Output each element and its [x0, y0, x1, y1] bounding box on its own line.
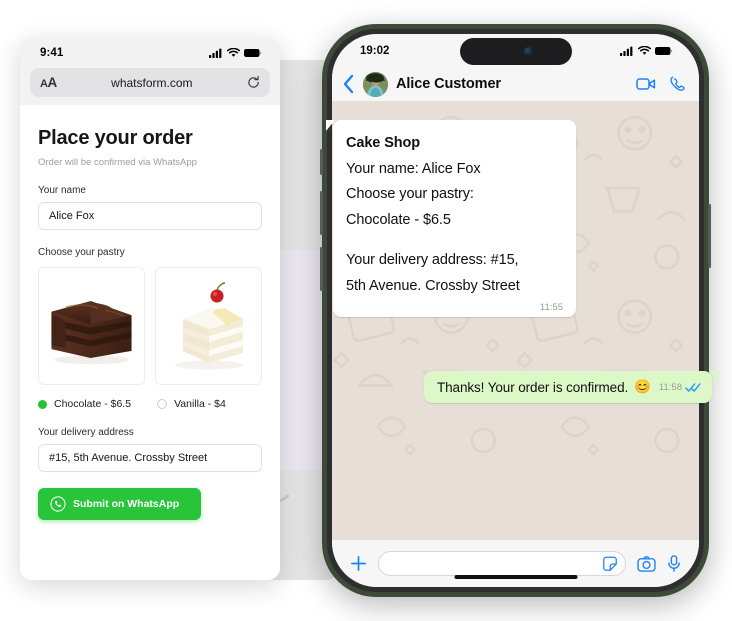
- signal-icon: [620, 46, 633, 56]
- status-bar-time: 9:41: [40, 47, 64, 59]
- phone-status-time: 19:02: [360, 44, 390, 57]
- battery-icon: [655, 46, 673, 55]
- incoming-message-bubble[interactable]: Cake Shop Your name: Alice Fox Choose yo…: [326, 120, 576, 317]
- message-line-title: Cake Shop: [346, 135, 421, 151]
- chocolate-cake-image: [51, 301, 132, 365]
- contact-name[interactable]: Alice Customer: [396, 76, 628, 92]
- message-input-bar: [332, 540, 699, 587]
- camera-icon[interactable]: [637, 555, 656, 572]
- wifi-icon: [227, 48, 240, 57]
- phone-status-icons: [620, 45, 673, 56]
- avatar[interactable]: [363, 71, 388, 97]
- phone-volume-down-button: [320, 247, 323, 291]
- url-text[interactable]: whatsform.com: [111, 76, 192, 90]
- signal-icon: [209, 48, 222, 58]
- microphone-icon[interactable]: [667, 555, 681, 572]
- phone-volume-up-button: [320, 191, 323, 235]
- double-check-read-icon: [685, 382, 701, 393]
- sticker-icon[interactable]: [602, 556, 618, 572]
- phone-call-icon[interactable]: [669, 76, 685, 92]
- page-subtitle: Order will be confirmed via WhatsApp: [38, 157, 197, 168]
- radio-selected-icon: [38, 399, 47, 409]
- address-input[interactable]: #15, 5th Avenue. Crossby Street: [38, 444, 262, 472]
- browser-url-bar[interactable]: AA whatsform.com: [30, 68, 270, 97]
- message-input[interactable]: [378, 551, 626, 576]
- radio-option-chocolate[interactable]: Chocolate - $6.5: [38, 398, 131, 410]
- header-action-icons: [636, 76, 685, 92]
- submit-on-whatsapp-button[interactable]: Submit on WhatsApp: [38, 488, 201, 520]
- plus-icon[interactable]: [350, 555, 367, 572]
- mobile-browser-panel: 9:41 AA whatsform.com Place your order O…: [20, 38, 280, 580]
- message-line-address-2: 5th Avenue. Crossby Street: [346, 277, 520, 294]
- message-line-pastry-label: Choose your pastry:: [346, 186, 474, 202]
- battery-icon: [244, 49, 262, 57]
- message-line-pastry-value: Chocolate - $6.5: [346, 211, 451, 228]
- phone-power-button: [708, 204, 711, 268]
- phone-silent-switch: [320, 149, 323, 175]
- outgoing-message-bubble[interactable]: Thanks! Your order is confirmed. 😊 11:58: [424, 371, 719, 403]
- outgoing-message-time: 11:58: [658, 381, 682, 393]
- video-call-icon[interactable]: [636, 77, 656, 91]
- text-size-icon[interactable]: AA: [40, 75, 57, 90]
- smiley-emoji-icon: 😊: [634, 379, 651, 394]
- pastry-option-vanilla[interactable]: [155, 267, 262, 385]
- radio-option-vanilla[interactable]: Vanilla - $4: [157, 398, 226, 410]
- order-form: Place your order Order will be confirmed…: [20, 105, 280, 520]
- page-title: Place your order: [38, 127, 193, 149]
- back-chevron-icon[interactable]: [342, 74, 355, 94]
- address-field-label: Your delivery address: [38, 427, 134, 438]
- phone-notch: [459, 38, 572, 65]
- outgoing-message-meta: 11:58: [659, 382, 701, 393]
- pastry-option-chocolate[interactable]: [38, 267, 145, 385]
- radio-unselected-icon: [157, 399, 168, 409]
- status-bar-icons: [209, 48, 262, 58]
- message-line-spacer: [346, 233, 563, 248]
- message-line-name: Your name: Alice Fox: [346, 160, 481, 177]
- whatsapp-chat-header: Alice Customer: [332, 67, 699, 101]
- whatsapp-icon: [50, 496, 66, 512]
- browser-url-bar-container: AA whatsform.com: [20, 68, 280, 105]
- radio-label-chocolate: Chocolate - $6.5: [54, 398, 132, 410]
- pastry-field-label: Choose your pastry: [38, 247, 125, 258]
- front-camera-icon: [524, 47, 533, 56]
- reload-icon[interactable]: [247, 76, 260, 89]
- pastry-radio-group: Chocolate - $6.5 Vanilla - $4: [38, 398, 262, 410]
- radio-label-vanilla: Vanilla - $4: [174, 398, 226, 410]
- message-line-address-1: Your delivery address: #15,: [346, 252, 519, 268]
- name-field-label: Your name: [38, 185, 86, 196]
- browser-status-bar: 9:41: [20, 38, 280, 68]
- vanilla-cake-image: [174, 282, 243, 370]
- wifi-icon: [638, 45, 651, 55]
- submit-button-label: Submit on WhatsApp: [73, 498, 180, 510]
- pastry-image-options: [38, 267, 262, 385]
- name-input[interactable]: Alice Fox: [38, 202, 262, 230]
- incoming-message-time: 11:55: [539, 302, 563, 313]
- home-indicator: [454, 575, 577, 579]
- outgoing-message-text: Thanks! Your order is confirmed.: [437, 379, 629, 395]
